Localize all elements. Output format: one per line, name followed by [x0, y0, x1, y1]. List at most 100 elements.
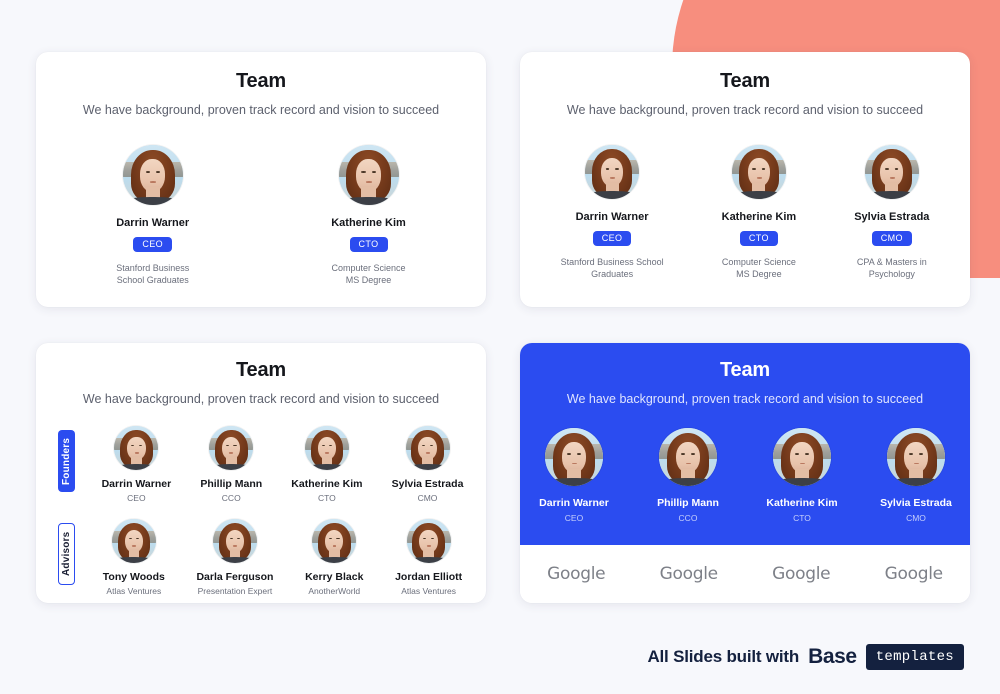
member-role: CCO [678, 513, 698, 523]
avatar [122, 145, 183, 205]
member-name: Jordan Elliott [395, 571, 463, 583]
member-name: Phillip Mann [657, 497, 719, 509]
group-label-founders[interactable]: Founders [58, 430, 75, 492]
footer-text: All Slides built with [647, 647, 800, 666]
member-role: Atlas Ventures [401, 586, 457, 596]
member-name: Darrin Warner [539, 497, 609, 509]
avatar [731, 145, 786, 199]
card-subtitle: We have background, proven track record … [82, 103, 440, 117]
team-member[interactable]: Sylvia Estrada CMO CPA & Masters in Psychol… [854, 145, 929, 279]
member-role: CMO [906, 513, 926, 523]
member-description-line1: Stanford Business School [560, 257, 664, 267]
member-role: AnotherWorld [308, 586, 361, 596]
member-role-badge[interactable]: CMO [871, 231, 912, 246]
member-role-badge[interactable]: CTO [739, 231, 778, 246]
team-member[interactable]: Darrin Warner CEO [101, 426, 172, 503]
team-member[interactable]: Darrin Warner CEO Stanford Business School… [561, 145, 664, 279]
team-group-row: Advisors Tony Woods Atlas Ventures Darla Fe… [36, 519, 486, 596]
avatar [773, 428, 831, 486]
members-row: Darrin Warner CEO Stanford Business School… [520, 145, 970, 279]
member-name: Darrin Warner [575, 211, 649, 223]
partner-logo-google: Google [659, 564, 718, 584]
card-title: Team [720, 70, 770, 92]
partner-logo-google: Google [547, 564, 606, 584]
member-description-line1: Computer Science [721, 257, 796, 267]
member-role-badge[interactable]: CTO [349, 237, 388, 252]
member-description-line2: MS Degree [736, 269, 782, 279]
member-description-line2: MS Degree [345, 275, 392, 285]
card-team-blue[interactable]: Team We have background, proven track re… [520, 343, 970, 603]
card-team-groups[interactable]: Team We have background, proven track re… [36, 343, 486, 603]
member-name: Katherine Kim [721, 211, 797, 223]
member-role: CEO [564, 513, 584, 523]
card-title: Team [236, 70, 286, 92]
avatar [304, 426, 349, 470]
team-member[interactable]: Sylvia Estrada CMO [875, 428, 957, 523]
avatar [338, 145, 399, 205]
card-team-three[interactable]: Team We have background, proven track re… [520, 52, 970, 307]
member-role-badge[interactable]: CEO [592, 231, 632, 246]
team-member[interactable]: Darrin Warner CEO Stanford Business School … [116, 145, 189, 285]
card-team-two[interactable]: Team We have background, proven track re… [36, 52, 486, 307]
team-member[interactable]: Darrin Warner CEO [533, 428, 615, 523]
member-role: CCO [221, 493, 241, 503]
member-name: Sylvia Estrada [391, 478, 464, 490]
team-member[interactable]: Kerry Black AnotherWorld [305, 519, 363, 596]
member-role: Presentation Expert [197, 586, 273, 596]
card-subtitle: We have background, proven track record … [82, 392, 440, 406]
group-list: Founders Darrin Warner CEO Phillip Mann CCO K… [36, 426, 486, 596]
avatar [405, 426, 450, 470]
team-member[interactable]: Tony Woods Atlas Ventures [103, 519, 165, 596]
member-role: CTO [793, 513, 811, 523]
avatar [585, 145, 640, 199]
team-member[interactable]: Katherine Kim CTO Computer Science MS Degre… [331, 145, 406, 285]
member-name: Sylvia Estrada [854, 211, 930, 223]
footer-brand: Base [808, 645, 857, 668]
member-description-line2: Psychology [868, 269, 915, 279]
partner-logo-row: Google Google Google Google [520, 545, 970, 603]
member-name: Kerry Black [305, 571, 364, 583]
team-member[interactable]: Phillip Mann CCO [647, 428, 729, 523]
card-subtitle: We have background, proven track record … [566, 103, 924, 117]
member-name: Darla Ferguson [196, 571, 274, 583]
slide-canvas: Team We have background, proven track re… [0, 0, 1000, 694]
avatar [864, 145, 919, 199]
member-name: Sylvia Estrada [880, 497, 952, 509]
avatar [406, 519, 451, 563]
member-role: CTO [317, 493, 336, 503]
member-description-line1: Computer Science [331, 263, 406, 273]
avatar [111, 519, 156, 563]
member-name: Phillip Mann [200, 478, 263, 490]
card-title: Team [720, 359, 770, 381]
footer-badge: templates [865, 644, 964, 670]
member-role: Atlas Ventures [106, 586, 162, 596]
team-group-row: Founders Darrin Warner CEO Phillip Mann CCO K… [36, 426, 486, 503]
group-members: Tony Woods Atlas Ventures Darla Ferguson Pr… [75, 519, 486, 596]
member-name: Katherine Kim [766, 497, 838, 509]
team-member[interactable]: Katherine Kim CTO [761, 428, 843, 523]
member-description-line2: School Graduates [116, 275, 189, 285]
group-label-advisors[interactable]: Advisors [58, 523, 75, 585]
avatar [545, 428, 603, 486]
avatar [212, 519, 257, 563]
team-member[interactable]: Phillip Mann CCO [200, 426, 262, 503]
group-members: Darrin Warner CEO Phillip Mann CCO Katherine… [75, 426, 486, 503]
member-description-line1: CPA & Masters in [856, 257, 927, 267]
avatar [114, 426, 159, 470]
member-name: Katherine Kim [291, 478, 363, 490]
member-name: Katherine Kim [331, 217, 406, 229]
partner-logo-google: Google [772, 564, 831, 584]
member-role: CMO [417, 493, 438, 503]
card-subtitle: We have background, proven track record … [566, 392, 924, 406]
member-description-line1: Stanford Business [116, 263, 190, 273]
team-member[interactable]: Sylvia Estrada CMO [391, 426, 464, 503]
members-row: Darrin Warner CEO Stanford Business School … [36, 145, 486, 285]
member-role: CEO [127, 493, 146, 503]
member-name: Darrin Warner [101, 478, 172, 490]
team-member[interactable]: Darla Ferguson Presentation Expert [196, 519, 273, 596]
team-member[interactable]: Katherine Kim CTO [291, 426, 362, 503]
member-description-line2: Graduates [591, 269, 634, 279]
team-member[interactable]: Katherine Kim CTO Computer Science MS Degre… [721, 145, 797, 279]
team-member[interactable]: Jordan Elliott Atlas Ventures [395, 519, 462, 596]
member-role-badge[interactable]: CEO [133, 237, 173, 252]
